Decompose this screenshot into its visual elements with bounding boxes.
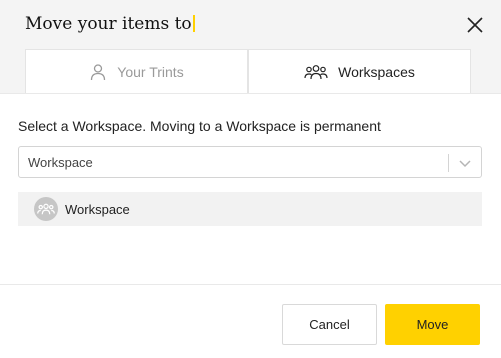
select-separator — [448, 154, 449, 172]
cancel-button[interactable]: Cancel — [282, 304, 377, 345]
group-avatar-icon — [34, 197, 58, 221]
header-divider — [0, 93, 501, 94]
tab-workspaces[interactable]: Workspaces — [248, 49, 471, 94]
workspace-select[interactable]: Workspace — [18, 146, 482, 178]
dialog-header: Move your items to Your Trints Workspace… — [0, 0, 501, 94]
instruction-text: Select a Workspace. Moving to a Workspac… — [18, 118, 381, 134]
group-icon — [304, 65, 328, 80]
close-icon[interactable] — [465, 15, 485, 35]
workspace-list-item-label: Workspace — [65, 202, 130, 217]
dialog-title: Move your items to — [25, 14, 195, 34]
chevron-down-icon[interactable] — [457, 155, 473, 171]
tab-workspaces-label: Workspaces — [338, 64, 415, 80]
workspace-select-value: Workspace — [28, 155, 93, 170]
move-button[interactable]: Move — [385, 304, 480, 345]
text-caret — [192, 15, 195, 32]
workspace-list-item[interactable]: Workspace — [18, 192, 482, 226]
tab-your-trints-label: Your Trints — [117, 64, 184, 80]
footer-divider — [0, 284, 501, 285]
dialog-title-text: Move your items to — [25, 14, 192, 34]
tab-your-trints[interactable]: Your Trints — [25, 49, 248, 94]
user-icon — [91, 64, 106, 81]
